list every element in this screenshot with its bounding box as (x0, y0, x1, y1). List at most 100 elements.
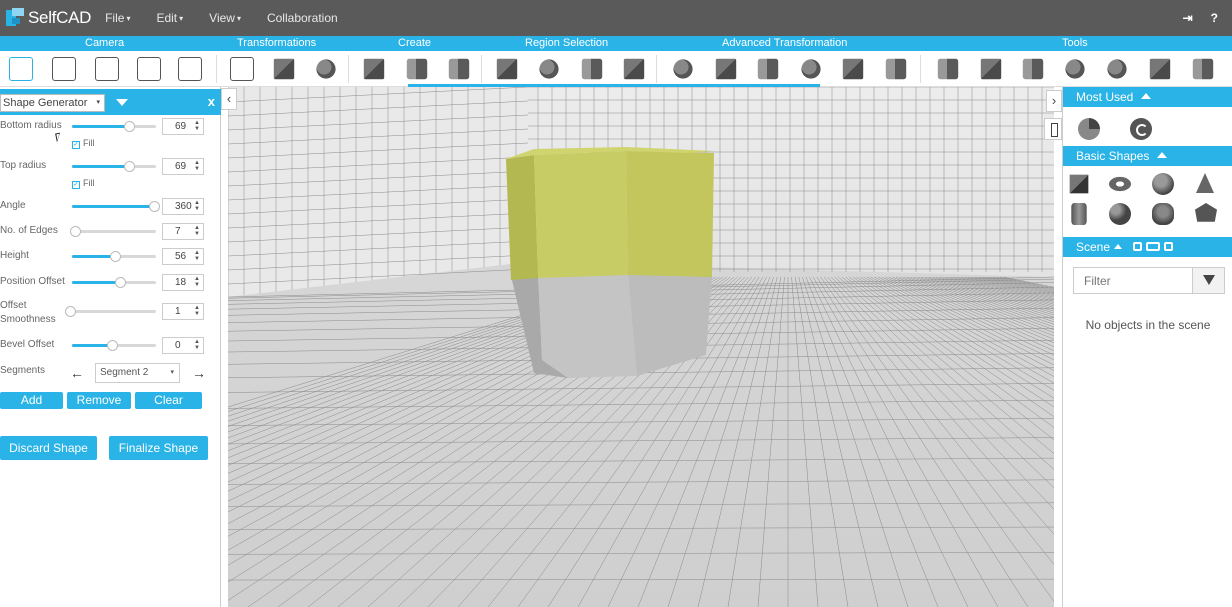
position-offset-input[interactable]: 18 ▲ ▼ (162, 274, 204, 291)
angle-slider[interactable] (72, 201, 160, 212)
finalize-shape-button[interactable]: Finalize Shape (109, 436, 208, 460)
clear-segments-button[interactable]: Clear (135, 392, 202, 409)
geosphere-icon[interactable] (1152, 203, 1174, 225)
select-object-icon[interactable] (496, 58, 518, 80)
category-tools[interactable]: Tools (1062, 36, 1088, 51)
basic-shapes-header[interactable]: Basic Shapes (1063, 146, 1232, 166)
tools-check-icon[interactable] (1192, 58, 1214, 80)
edges-input[interactable]: 7 ▲ ▼ (162, 223, 204, 240)
angle-input[interactable]: 360 ▲ ▼ (162, 198, 204, 215)
select-edge-icon[interactable] (581, 58, 603, 80)
bevel-icon[interactable] (757, 58, 779, 80)
discard-shape-button[interactable]: Discard Shape (0, 436, 97, 460)
height-slider[interactable] (72, 251, 156, 262)
create-shape-icon[interactable] (406, 58, 428, 80)
remove-segment-button[interactable]: Remove (67, 392, 131, 409)
help-icon[interactable]: ? (1211, 11, 1218, 25)
offset-smoothness-slider[interactable] (65, 306, 156, 317)
select-vertex-icon[interactable] (623, 58, 645, 80)
icosahedron-icon[interactable] (1195, 203, 1217, 222)
category-advanced-transformation[interactable]: Advanced Transformation (722, 36, 847, 51)
param-label: Height (0, 250, 29, 261)
edges-slider[interactable] (70, 226, 156, 237)
collapse-right-panel-icon[interactable]: › (1046, 90, 1062, 112)
param-label: Offset Smoothness (0, 300, 56, 325)
top-fill-checkbox[interactable]: ✓ Fill (72, 178, 95, 189)
tools-mirror-icon[interactable] (1022, 58, 1044, 80)
menu-view[interactable]: View ▾ (209, 11, 241, 25)
camera-pan-icon[interactable] (95, 57, 119, 81)
tools-boolean-icon[interactable] (1065, 59, 1085, 79)
camera-settings-icon[interactable] (178, 57, 202, 81)
collapse-triangle-icon[interactable] (116, 99, 128, 106)
rotate-object-icon[interactable] (316, 59, 336, 79)
top-radius-slider[interactable] (72, 161, 156, 172)
param-position-offset: Position Offset 18 ▲ ▼ (0, 273, 221, 293)
torus-knot-icon[interactable] (1109, 203, 1131, 225)
bottom-radius-slider[interactable] (72, 121, 156, 132)
toolbar-separator (656, 55, 657, 83)
3d-viewport[interactable] (228, 87, 1054, 607)
select-transform-icon[interactable] (230, 57, 254, 81)
segment-select[interactable]: Segment 2 ▾ (95, 363, 180, 383)
sphere-icon[interactable] (1152, 173, 1174, 195)
tools-round-icon[interactable] (1107, 59, 1127, 79)
rotate-shape-icon[interactable] (1130, 118, 1152, 140)
bottom-radius-input[interactable]: 69 ▲ ▼ (162, 118, 204, 135)
tools-fill-icon[interactable] (1149, 58, 1171, 80)
close-panel-button[interactable]: x (208, 94, 215, 109)
extrude-icon[interactable] (673, 59, 693, 79)
cylinder-icon[interactable] (1071, 203, 1087, 225)
camera-zoom-icon[interactable] (52, 57, 76, 81)
bevel-offset-slider[interactable] (72, 340, 156, 351)
camera-3d-view-icon[interactable] (9, 57, 33, 81)
select-face-icon[interactable] (539, 59, 559, 79)
cone-icon[interactable] (1196, 173, 1214, 193)
segments-label: Segments (0, 365, 46, 376)
selfcad-logo[interactable]: SelfCAD (6, 8, 91, 28)
position-offset-slider[interactable] (72, 277, 156, 288)
cube-icon[interactable] (1069, 174, 1089, 194)
offset-smoothness-input[interactable]: 1 ▲ ▼ (162, 303, 204, 320)
stitch-icon[interactable] (715, 58, 737, 80)
menu-collaboration[interactable]: Collaboration (267, 11, 338, 25)
add-segment-button[interactable]: Add (0, 392, 63, 409)
pie-shape-icon[interactable] (1078, 118, 1100, 140)
next-segment-arrow-icon[interactable]: → (192, 365, 206, 381)
right-sidebar: Most Used Basic Shapes Scene No objects … (1062, 87, 1232, 607)
category-region-selection[interactable]: Region Selection (525, 36, 608, 51)
shape-type-select[interactable]: Shape Generator ▾ (0, 94, 105, 112)
most-used-header[interactable]: Most Used (1063, 87, 1232, 107)
menu-edit[interactable]: Edit ▾ (156, 11, 183, 25)
tools-group-icon[interactable] (937, 58, 959, 80)
category-camera[interactable]: Camera (85, 36, 124, 51)
torus-icon[interactable] (1109, 176, 1131, 192)
camera-rotate-icon[interactable] (137, 57, 161, 81)
login-icon[interactable]: ⇥ (1183, 11, 1193, 25)
create-3d-sketch-icon[interactable] (363, 58, 385, 80)
category-transformations[interactable]: Transformations (237, 36, 316, 51)
filter-funnel-icon[interactable] (1192, 268, 1224, 293)
twist-icon[interactable] (842, 58, 864, 80)
collapse-icon (1141, 93, 1152, 99)
scene-view-toggles[interactable] (1133, 242, 1173, 251)
category-create[interactable]: Create (398, 36, 431, 51)
tools-align-icon[interactable] (980, 58, 1002, 80)
move-icon[interactable] (273, 58, 295, 80)
collapse-left-panel-icon[interactable]: ‹ (221, 88, 237, 110)
bottom-fill-checkbox[interactable]: ✓ Fill (72, 138, 95, 149)
top-radius-input[interactable]: 69 ▲ ▼ (162, 158, 204, 175)
previous-segment-arrow-icon[interactable]: ← (70, 365, 84, 381)
height-input[interactable]: 56 ▲ ▼ (162, 248, 204, 265)
param-bottom-radius: Bottom radius 69 ▲ ▼ (0, 117, 221, 137)
prism-top-right-face (626, 151, 714, 277)
filter-input[interactable] (1074, 268, 1184, 293)
param-label: Position Offset (0, 276, 65, 287)
menu-file[interactable]: File ▾ (105, 11, 130, 25)
taper-icon[interactable] (801, 59, 821, 79)
panel-toggle-icon[interactable] (1044, 118, 1062, 140)
deform-icon[interactable] (885, 58, 907, 80)
create-generator-icon[interactable] (448, 58, 470, 80)
bevel-offset-input[interactable]: 0 ▲ ▼ (162, 337, 204, 354)
param-angle: Angle 360 ▲ ▼ (0, 197, 221, 217)
